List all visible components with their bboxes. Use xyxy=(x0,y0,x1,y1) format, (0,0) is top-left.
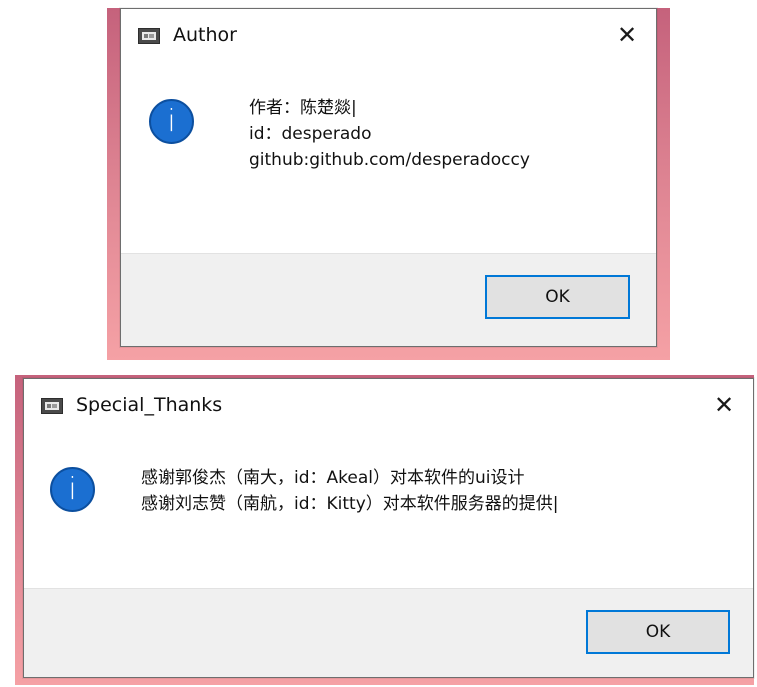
special-thanks-titlebar[interactable]: Special_Thanks ✕ xyxy=(24,379,753,431)
special-thanks-message-line: 感谢刘志赞（南航，id：Kitty）对本软件服务器的提供| xyxy=(141,494,559,514)
special-thanks-dialog-title: Special_Thanks xyxy=(76,394,223,416)
window-app-icon xyxy=(41,398,63,414)
window-app-icon xyxy=(138,28,160,44)
author-titlebar[interactable]: Author ✕ xyxy=(121,9,656,61)
info-icon: i xyxy=(149,99,194,144)
special-thanks-dialog-footer: OK xyxy=(24,588,753,677)
special-thanks-ok-button[interactable]: OK xyxy=(586,610,730,654)
author-message-line: github:github.com/desperadoccy xyxy=(249,150,530,170)
author-message: 作者：陈楚燚| id：desperado github:github.com/d… xyxy=(249,95,530,173)
close-icon: ✕ xyxy=(616,21,638,49)
author-close-button[interactable]: ✕ xyxy=(606,16,648,54)
author-message-line: 作者：陈楚燚| xyxy=(249,98,357,118)
author-ok-button[interactable]: OK xyxy=(485,275,630,319)
special-thanks-dialog: Special_Thanks ✕ i 感谢郭俊杰（南大，id：Akeal）对本软… xyxy=(23,378,754,678)
author-dialog-footer: OK xyxy=(121,253,656,346)
author-dialog: Author ✕ i 作者：陈楚燚| id：desperado github:g… xyxy=(120,8,657,347)
close-icon: ✕ xyxy=(713,391,735,419)
special-thanks-message-line: 感谢郭俊杰（南大，id：Akeal）对本软件的ui设计 xyxy=(141,468,525,488)
special-thanks-message: 感谢郭俊杰（南大，id：Akeal）对本软件的ui设计 感谢刘志赞（南航，id：… xyxy=(141,465,559,517)
author-dialog-title: Author xyxy=(173,24,237,46)
author-message-line: id：desperado xyxy=(249,124,372,144)
special-thanks-close-button[interactable]: ✕ xyxy=(703,386,745,424)
info-icon: i xyxy=(50,467,95,512)
